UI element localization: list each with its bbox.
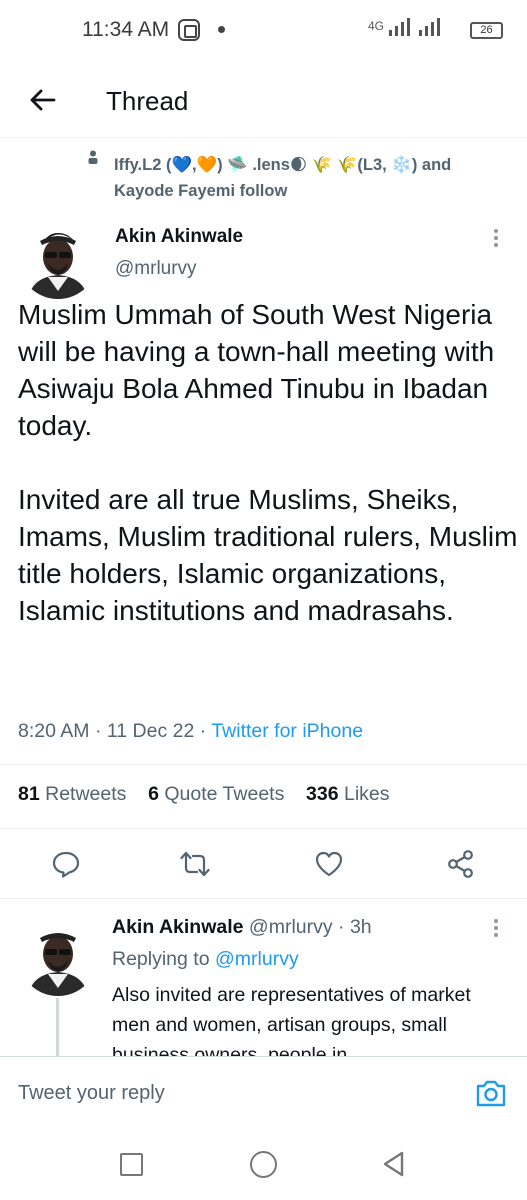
reply-author-name: Akin Akinwale bbox=[112, 916, 244, 938]
divider bbox=[0, 898, 527, 899]
quote-tweets-count: 6 bbox=[148, 783, 159, 805]
tweet-stats: 81 Retweets 6 Quote Tweets 336 Likes bbox=[18, 783, 390, 806]
signal-icon: 4G bbox=[368, 16, 457, 38]
recent-apps-icon[interactable] bbox=[120, 1153, 143, 1176]
quote-tweets-label: Quote Tweets bbox=[164, 783, 285, 805]
reply-author-handle: @mrlurvy · 3h bbox=[248, 916, 372, 938]
system-back-icon[interactable] bbox=[380, 1150, 408, 1178]
replying-to-mention[interactable]: @mrlurvy bbox=[215, 948, 299, 970]
meta-separator: · bbox=[194, 720, 212, 742]
quote-tweets-stat[interactable]: 6 Quote Tweets bbox=[148, 783, 284, 805]
reply-avatar[interactable] bbox=[18, 916, 98, 996]
reply-text: Also invited are representatives of mark… bbox=[112, 984, 471, 1056]
author-handle[interactable]: @mrlurvy bbox=[115, 258, 197, 280]
tweet-date[interactable]: 11 Dec 22 bbox=[107, 720, 194, 742]
share-icon[interactable] bbox=[446, 849, 476, 879]
social-context[interactable]: Iffy.L2 (💙,🧡) 🛸 .lens🌒 🌾 🌾(L3, ❄️) and K… bbox=[114, 152, 514, 204]
network-type: 4G bbox=[368, 19, 385, 34]
likes-label: Likes bbox=[343, 783, 390, 805]
header bbox=[0, 62, 527, 138]
heart-icon[interactable] bbox=[314, 849, 344, 879]
battery-level: 26 bbox=[480, 24, 493, 36]
more-vertical-icon[interactable] bbox=[493, 918, 499, 938]
likes-stat[interactable]: 336 Likes bbox=[306, 783, 390, 805]
divider bbox=[0, 828, 527, 829]
comment-icon[interactable] bbox=[51, 849, 81, 879]
arrow-left-icon[interactable] bbox=[28, 86, 56, 114]
thread-line bbox=[56, 998, 59, 1058]
author-name[interactable]: Akin Akinwale bbox=[115, 226, 243, 248]
retweet-icon[interactable] bbox=[180, 849, 210, 879]
tweet-meta: 8:20 AM · 11 Dec 22 · Twitter for iPhone bbox=[18, 720, 363, 743]
reply-author[interactable]: Akin Akinwale @mrlurvy · 3h bbox=[112, 916, 372, 939]
page-title: Thread bbox=[106, 86, 189, 116]
avatar[interactable] bbox=[18, 219, 98, 299]
replying-to: Replying to @mrlurvy bbox=[112, 948, 299, 971]
retweets-label: Retweets bbox=[45, 783, 127, 805]
app-notification-icon bbox=[178, 19, 200, 41]
reply-input[interactable]: Tweet your reply bbox=[18, 1082, 165, 1105]
tweet-source-link[interactable]: Twitter for iPhone bbox=[211, 720, 363, 742]
battery-icon: 26 bbox=[470, 22, 503, 39]
home-icon[interactable] bbox=[250, 1151, 277, 1178]
camera-icon[interactable] bbox=[474, 1076, 508, 1110]
retweets-stat[interactable]: 81 Retweets bbox=[18, 783, 126, 805]
divider bbox=[0, 764, 527, 765]
status-time: 11:34 AM bbox=[82, 18, 170, 41]
retweets-count: 81 bbox=[18, 783, 40, 805]
likes-count: 336 bbox=[306, 783, 339, 805]
meta-separator: · bbox=[89, 720, 107, 742]
more-vertical-icon[interactable] bbox=[493, 228, 499, 248]
replying-to-label: Replying to bbox=[112, 948, 210, 970]
tweet-time[interactable]: 8:20 AM bbox=[18, 720, 90, 742]
notification-dot-icon bbox=[218, 26, 225, 33]
tweet-text: Muslim Ummah of South West Nigeria will … bbox=[18, 299, 518, 626]
person-icon bbox=[88, 150, 98, 164]
